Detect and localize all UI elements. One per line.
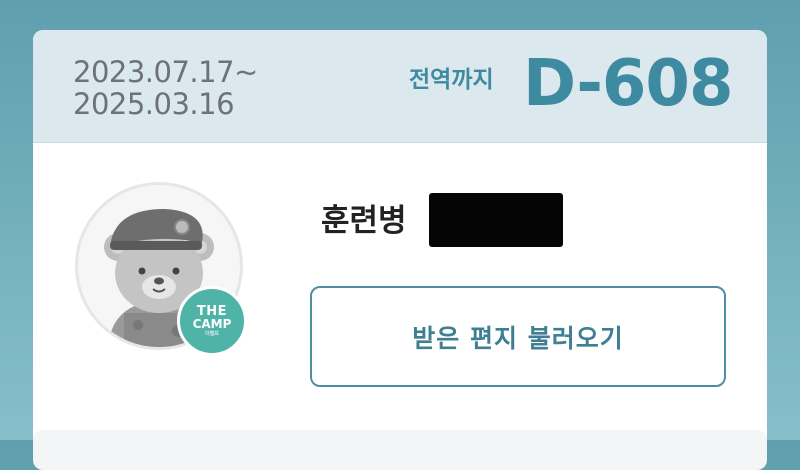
dday-counter: D-608 xyxy=(523,47,733,121)
badge-line2: CAMP xyxy=(192,316,232,331)
redacted-name xyxy=(429,193,563,247)
end-date: 2025.03.16 xyxy=(73,87,235,121)
load-letters-button[interactable]: 받은 편지 불러오기 xyxy=(310,286,726,387)
start-date: 2023.07.17~ xyxy=(73,55,258,89)
badge-line3: 더캠프 xyxy=(205,330,219,337)
dday-label: 전역까지 xyxy=(409,67,494,93)
service-dates: 2023.07.17~ 2025.03.16 xyxy=(73,56,258,120)
service-card: 2023.07.17~ 2025.03.16 전역까지 D-608 THE CA… xyxy=(33,30,767,450)
badge-line1: THE xyxy=(196,303,228,319)
service-header: 2023.07.17~ 2025.03.16 전역까지 D-608 xyxy=(33,30,767,143)
the-camp-badge: THE CAMP 더캠프 xyxy=(177,286,247,356)
rank-label: 훈련병 xyxy=(321,203,407,239)
next-card xyxy=(33,430,767,470)
